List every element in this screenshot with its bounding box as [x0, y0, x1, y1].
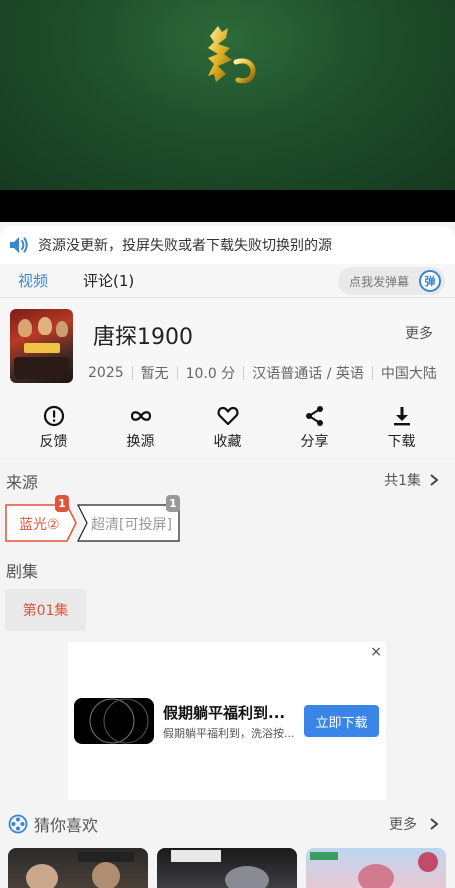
switch-source-button[interactable]: 换源	[97, 399, 184, 457]
recommendation-thumbnail	[171, 850, 269, 888]
action-bar: 反馈 换源 收藏 分享 下载	[0, 399, 455, 457]
speaker-icon	[10, 237, 28, 253]
meta-score: 10.0 分	[185, 366, 236, 382]
share-button[interactable]: 分享	[271, 399, 358, 457]
ad-download-button[interactable]: 立即下载	[304, 705, 379, 737]
ad-graphic-icon	[89, 698, 149, 744]
chevron-right-icon	[430, 818, 439, 830]
video-frame[interactable]	[0, 0, 455, 190]
movie-info: 唐探1900 更多 2025 暂无 10.0 分 汉语普通话 / 英语 中国大陆	[0, 299, 455, 399]
favorite-label: 收藏	[213, 434, 242, 450]
recommendation-thumbnail	[310, 852, 438, 888]
switch-source-label: 换源	[126, 434, 155, 450]
film-reel-icon	[8, 814, 28, 834]
recommendation-card[interactable]	[157, 848, 297, 888]
notice-text: 资源没更新，投屏失败或者下载失败切换别的源	[38, 238, 332, 254]
download-button[interactable]: 下载	[358, 399, 445, 457]
source-title: 来源	[6, 473, 39, 492]
recommendation-card[interactable]	[306, 848, 446, 888]
guess-title: 猜你喜欢	[34, 816, 99, 835]
movie-poster	[10, 309, 73, 383]
ad-title: 假期躺平福利到...	[163, 704, 286, 722]
source-item-hd[interactable]: 超清[可投屏] 1	[77, 495, 180, 542]
tab-video[interactable]: 视频	[16, 270, 50, 291]
episode-item[interactable]: 第01集	[5, 589, 86, 631]
video-player[interactable]	[0, 0, 455, 222]
source-count-label: 共1集	[384, 473, 421, 489]
source-badge: 1	[55, 495, 69, 512]
feedback-label: 反馈	[39, 434, 68, 450]
movie-title: 唐探1900	[93, 325, 193, 350]
close-icon[interactable]: ×	[370, 644, 382, 660]
recommendation-thumbnail	[26, 852, 134, 888]
danmu-toggle-icon[interactable]: 弹	[419, 270, 441, 292]
dragon-logo-icon	[208, 26, 256, 84]
episodes-title: 剧集	[6, 562, 39, 581]
source-badge: 1	[166, 495, 180, 512]
share-label: 分享	[300, 434, 329, 450]
meta-year: 2025	[88, 365, 124, 381]
danmu-placeholder: 点我发弹幕	[349, 274, 410, 289]
favorite-button[interactable]: 收藏	[184, 399, 271, 457]
switch-source-icon	[130, 411, 151, 421]
tab-bar: 视频 评论(1) 点我发弹幕 弹	[0, 264, 455, 298]
chevron-right-icon	[430, 474, 439, 486]
danmu-input[interactable]: 点我发弹幕 弹	[338, 267, 445, 295]
download-icon	[393, 407, 410, 426]
ad-description: 假期躺平福利到，洗浴按...	[163, 727, 295, 740]
share-icon	[305, 406, 323, 426]
ad-banner[interactable]: × 假期躺平福利到... 假期躺平福利到，洗浴按... 立即下载	[68, 642, 386, 800]
guess-more-label: 更多	[389, 817, 417, 833]
source-item-label: 蓝光②	[19, 517, 60, 533]
meta-region: 中国大陆	[380, 366, 437, 382]
movie-more-link[interactable]: 更多	[405, 323, 433, 343]
source-item-label: 超清[可投屏]	[91, 517, 172, 533]
ad-thumbnail	[74, 698, 154, 744]
heart-icon	[216, 406, 239, 426]
meta-status: 暂无	[140, 366, 169, 382]
movie-meta: 2025 暂无 10.0 分 汉语普通话 / 英语 中国大陆	[88, 363, 437, 383]
source-item-bluray[interactable]: 蓝光② 1	[5, 495, 77, 542]
recommendation-card[interactable]	[8, 848, 148, 888]
download-label: 下载	[387, 434, 416, 450]
tab-comments[interactable]: 评论(1)	[81, 270, 136, 291]
feedback-icon	[43, 405, 64, 427]
source-count[interactable]: 共1集	[384, 470, 441, 490]
meta-language: 汉语普通话 / 英语	[252, 366, 364, 382]
notice-bar: 资源没更新，投屏失败或者下载失败切换别的源	[0, 226, 455, 264]
feedback-button[interactable]: 反馈	[10, 399, 97, 457]
guess-header: 猜你喜欢	[8, 812, 98, 836]
guess-more[interactable]: 更多	[389, 814, 441, 834]
